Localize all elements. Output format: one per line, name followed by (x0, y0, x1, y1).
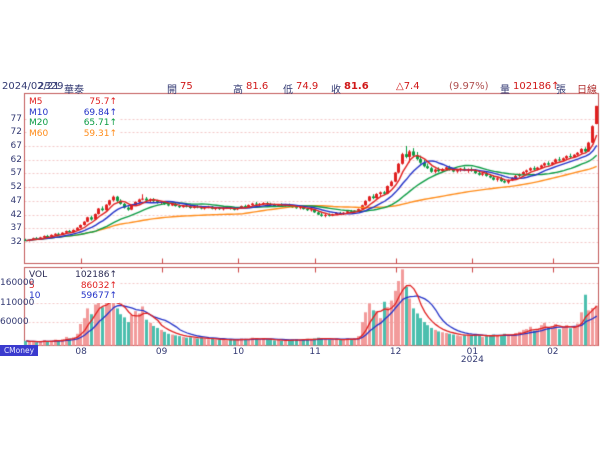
month-tick-label: 10 (223, 347, 253, 357)
volume-unit: 張 (556, 81, 566, 96)
ma-legend-value: 65.71↑ (84, 118, 117, 129)
price-tick-label: 42 (0, 210, 22, 220)
vol-legend-value: 59677↑ (81, 291, 117, 302)
price-tick-label: 52 (0, 182, 22, 192)
vol-legend-row: VOL102186↑ (29, 270, 117, 281)
vol-legend-row: 1059677↑ (29, 291, 117, 302)
volume-tick-label: 160000 (0, 278, 22, 288)
price-tick-label: 57 (0, 168, 22, 178)
price-tick-label: 62 (0, 155, 22, 165)
close-value: 81.6 (344, 81, 369, 92)
low-label: 低 (283, 81, 293, 96)
price-tick-label: 72 (0, 127, 22, 137)
volume-value: 102186↑ (513, 81, 560, 92)
ma-legend-name: M5 (29, 97, 43, 108)
price-tick-label: 77 (0, 114, 22, 124)
open-label: 開 (167, 81, 177, 96)
cmoney-watermark-logo: CMoney (0, 345, 38, 356)
volume-label: 量 (500, 81, 510, 96)
ma-legend-value: 69.84↑ (84, 108, 117, 119)
volume-tick-label: 110000 (0, 298, 22, 308)
price-tick-label: 67 (0, 141, 22, 151)
high-label: 高 (233, 81, 243, 96)
month-tick-label: 02 (538, 347, 568, 357)
candlestick-volume-chart (0, 0, 600, 450)
month-tick-label: 08 (66, 347, 96, 357)
vol-legend-row: 586032↑ (29, 281, 117, 292)
volume-tick-label: 60000 (0, 317, 22, 327)
close-label: 收 (331, 81, 341, 96)
stock-id: 2329 (38, 81, 63, 92)
stock-name: 華泰 (64, 81, 84, 96)
ma-legend-row: M20 65.71↑ (29, 118, 117, 129)
price-tick-label: 47 (0, 196, 22, 206)
ma-legend-name: M10 (29, 108, 48, 119)
ma-legend: M5 75.7↑ M10 69.84↑ M20 65.71↑ M60 59.31↑ (27, 96, 119, 140)
period-daily-selector[interactable]: 日線 (577, 81, 597, 96)
ma-legend-name: M60 (29, 129, 48, 140)
month-tick-label: 12 (381, 347, 411, 357)
ma-legend-name: M20 (29, 118, 48, 129)
ma-legend-row: M60 59.31↑ (29, 129, 117, 140)
change-percent: (9.97%) (449, 81, 489, 92)
low-value: 74.9 (296, 81, 318, 92)
stock-chart-page: 2024/02/21 2329 華泰 開 75 高 81.6 低 74.9 收 … (0, 0, 600, 450)
open-value: 75 (180, 81, 193, 92)
ma-legend-value: 59.31↑ (84, 129, 117, 140)
ma-legend-row: M10 69.84↑ (29, 108, 117, 119)
ma-legend-value: 75.7↑ (89, 97, 117, 108)
vol-legend-value: 86032↑ (81, 281, 117, 292)
quote-header: 2024/02/21 2329 華泰 開 75 高 81.6 低 74.9 收 … (0, 81, 600, 93)
year-tick-label: 2024 (457, 355, 487, 365)
volume-ma-legend: VOL102186↑586032↑1059677↑ (27, 269, 119, 303)
ma-legend-row: M5 75.7↑ (29, 97, 117, 108)
change-value: △7.4 (396, 81, 420, 92)
month-tick-label: 11 (300, 347, 330, 357)
high-value: 81.6 (246, 81, 268, 92)
price-tick-label: 32 (0, 237, 22, 247)
vol-legend-value: 102186↑ (75, 270, 117, 281)
month-tick-label: 09 (147, 347, 177, 357)
price-tick-label: 37 (0, 223, 22, 233)
